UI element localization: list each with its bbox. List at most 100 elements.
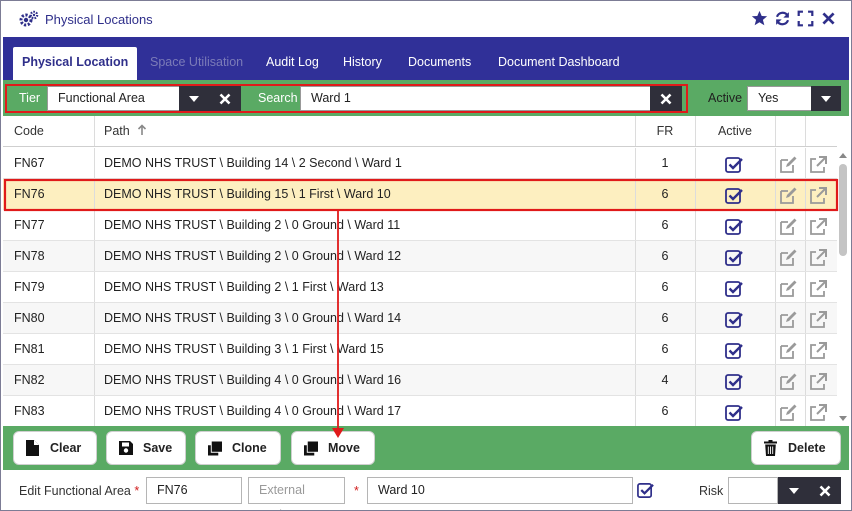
row-fr: 6	[661, 280, 669, 294]
edit-icon[interactable]	[779, 186, 797, 204]
open-external-icon[interactable]	[809, 279, 827, 297]
checkbox-checked-icon	[725, 372, 743, 390]
clone-icon	[208, 440, 222, 456]
row-path: DEMO NHS TRUST \ Building 3 \ 1 First \ …	[104, 342, 384, 356]
move-button-label: Move	[328, 441, 360, 455]
row-fr: 6	[661, 249, 669, 263]
table-row[interactable]: FN79 DEMO NHS TRUST \ Building 2 \ 1 Firs…	[3, 272, 837, 303]
tab-document-dashboard[interactable]: Document Dashboard	[489, 47, 629, 80]
clear-button[interactable]: Clear	[13, 431, 97, 465]
checkbox-checked-icon	[725, 403, 743, 421]
scroll-down-icon[interactable]	[837, 414, 849, 424]
row-fr: 6	[661, 342, 669, 356]
clone-button[interactable]: Clone	[195, 431, 281, 465]
table-row[interactable]: FN77 DEMO NHS TRUST \ Building 2 \ 0 Grou…	[3, 210, 837, 241]
external-code-field[interactable]: External Code	[248, 477, 345, 510]
table-header: Code Path FR Active	[3, 116, 837, 147]
title-bar: Physical Locations	[1, 1, 851, 37]
refresh-icon[interactable]	[774, 10, 791, 27]
checkbox-checked-icon	[725, 217, 743, 235]
row-fr: 4	[661, 373, 669, 387]
tab-documents[interactable]: Documents	[399, 47, 480, 80]
edit-icon[interactable]	[779, 372, 797, 390]
row-fr: 1	[661, 156, 669, 170]
cogs-icon	[19, 10, 39, 27]
row-code: FN78	[14, 249, 45, 263]
table-scrollbar[interactable]	[837, 148, 849, 426]
open-external-icon[interactable]	[809, 186, 827, 204]
expand-icon[interactable]	[797, 10, 814, 27]
row-code: FN79	[14, 280, 45, 294]
tab-audit-log[interactable]: Audit Log	[257, 47, 328, 80]
tab-physical-location[interactable]: Physical Location	[13, 47, 138, 80]
chevron-down-icon	[821, 95, 831, 102]
window-controls	[751, 10, 837, 27]
edit-icon[interactable]	[779, 248, 797, 266]
open-external-icon[interactable]	[809, 310, 827, 328]
name-checkbox[interactable]	[637, 482, 654, 502]
header-active[interactable]: Active	[695, 116, 775, 147]
risk-clear-button[interactable]	[809, 477, 841, 504]
sort-ascending-icon	[138, 124, 147, 135]
active-select[interactable]: Yes	[747, 86, 811, 111]
edit-icon[interactable]	[779, 310, 797, 328]
open-external-icon[interactable]	[809, 372, 827, 390]
header-fr[interactable]: FR	[635, 116, 695, 147]
close-icon	[819, 485, 831, 496]
row-path: DEMO NHS TRUST \ Building 2 \ 0 Ground \…	[104, 218, 401, 232]
checkbox-checked-icon	[725, 155, 743, 173]
save-button-label: Save	[143, 441, 173, 455]
edit-icon[interactable]	[779, 217, 797, 235]
row-code: FN67	[14, 156, 45, 170]
edit-icon[interactable]	[779, 155, 797, 173]
table-row[interactable]: FN83 DEMO NHS TRUST \ Building 4 \ 0 Grou…	[3, 396, 837, 426]
window-title: Physical Locations	[45, 12, 153, 27]
star-icon[interactable]	[751, 10, 768, 27]
floppy-disk-icon	[119, 440, 133, 456]
open-external-icon[interactable]	[809, 155, 827, 173]
header-code[interactable]: Code	[14, 116, 44, 147]
table-row[interactable]: FN80 DEMO NHS TRUST \ Building 3 \ 0 Grou…	[3, 303, 837, 334]
table-row[interactable]: FN82 DEMO NHS TRUST \ Building 4 \ 0 Grou…	[3, 365, 837, 396]
edit-label-text: Edit Functional Area	[19, 484, 131, 498]
open-external-icon[interactable]	[809, 341, 827, 359]
row-code: FN80	[14, 311, 45, 325]
scrollbar-thumb[interactable]	[839, 164, 847, 256]
delete-button[interactable]: Delete	[751, 431, 841, 465]
name-field[interactable]: Ward 10	[367, 477, 633, 504]
clone-icon	[304, 440, 318, 456]
table-row[interactable]: FN67 DEMO NHS TRUST \ Building 14 \ 2 Sec…	[3, 148, 837, 179]
edit-icon[interactable]	[779, 279, 797, 297]
edit-icon[interactable]	[779, 341, 797, 359]
table-row[interactable]: FN76 DEMO NHS TRUST \ Building 15 \ 1 Fir…	[3, 179, 837, 210]
trash-icon	[764, 440, 778, 456]
code-field[interactable]: FN76	[146, 477, 242, 504]
table-row[interactable]: FN81 DEMO NHS TRUST \ Building 3 \ 1 Firs…	[3, 334, 837, 365]
scroll-up-icon[interactable]	[837, 150, 849, 160]
edit-icon[interactable]	[779, 403, 797, 421]
tab-space-utilisation[interactable]: Space Utilisation	[141, 47, 252, 80]
save-button[interactable]: Save	[106, 431, 186, 465]
open-external-icon[interactable]	[809, 217, 827, 235]
table-row[interactable]: FN78 DEMO NHS TRUST \ Building 2 \ 0 Grou…	[3, 241, 837, 272]
risk-select[interactable]	[728, 477, 778, 504]
risk-dropdown-button[interactable]	[778, 477, 809, 504]
header-path[interactable]: Path	[104, 116, 147, 147]
required-marker: *	[354, 484, 359, 498]
tab-history[interactable]: History	[334, 47, 391, 80]
delete-button-label: Delete	[788, 441, 826, 455]
row-path: DEMO NHS TRUST \ Building 2 \ 0 Ground \…	[104, 249, 402, 263]
move-button[interactable]: Move	[291, 431, 375, 465]
row-fr: 6	[661, 218, 669, 232]
row-path: DEMO NHS TRUST \ Building 2 \ 1 First \ …	[104, 280, 384, 294]
row-code: FN81	[14, 342, 45, 356]
checkbox-checked-icon	[725, 310, 743, 328]
open-external-icon[interactable]	[809, 403, 827, 421]
file-icon	[26, 440, 40, 456]
row-code: FN76	[14, 187, 45, 201]
close-icon[interactable]	[820, 10, 837, 27]
active-dropdown-button[interactable]	[811, 86, 841, 111]
checkbox-checked-icon	[725, 186, 743, 204]
checkbox-checked-icon	[637, 483, 654, 498]
open-external-icon[interactable]	[809, 248, 827, 266]
